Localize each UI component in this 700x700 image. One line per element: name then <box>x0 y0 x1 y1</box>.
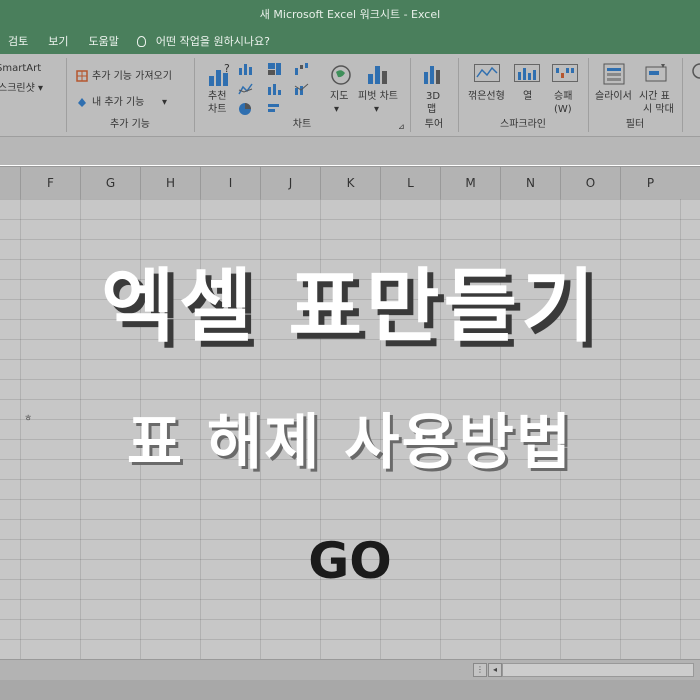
thumbnail-overlay: 엑셀 표만들기 표 해제 사용방법 GO <box>0 0 700 700</box>
subheadline: 표 해제 사용방법 <box>126 408 574 478</box>
headline: 엑셀 표만들기 <box>101 260 599 353</box>
go-label: GO <box>308 532 392 590</box>
